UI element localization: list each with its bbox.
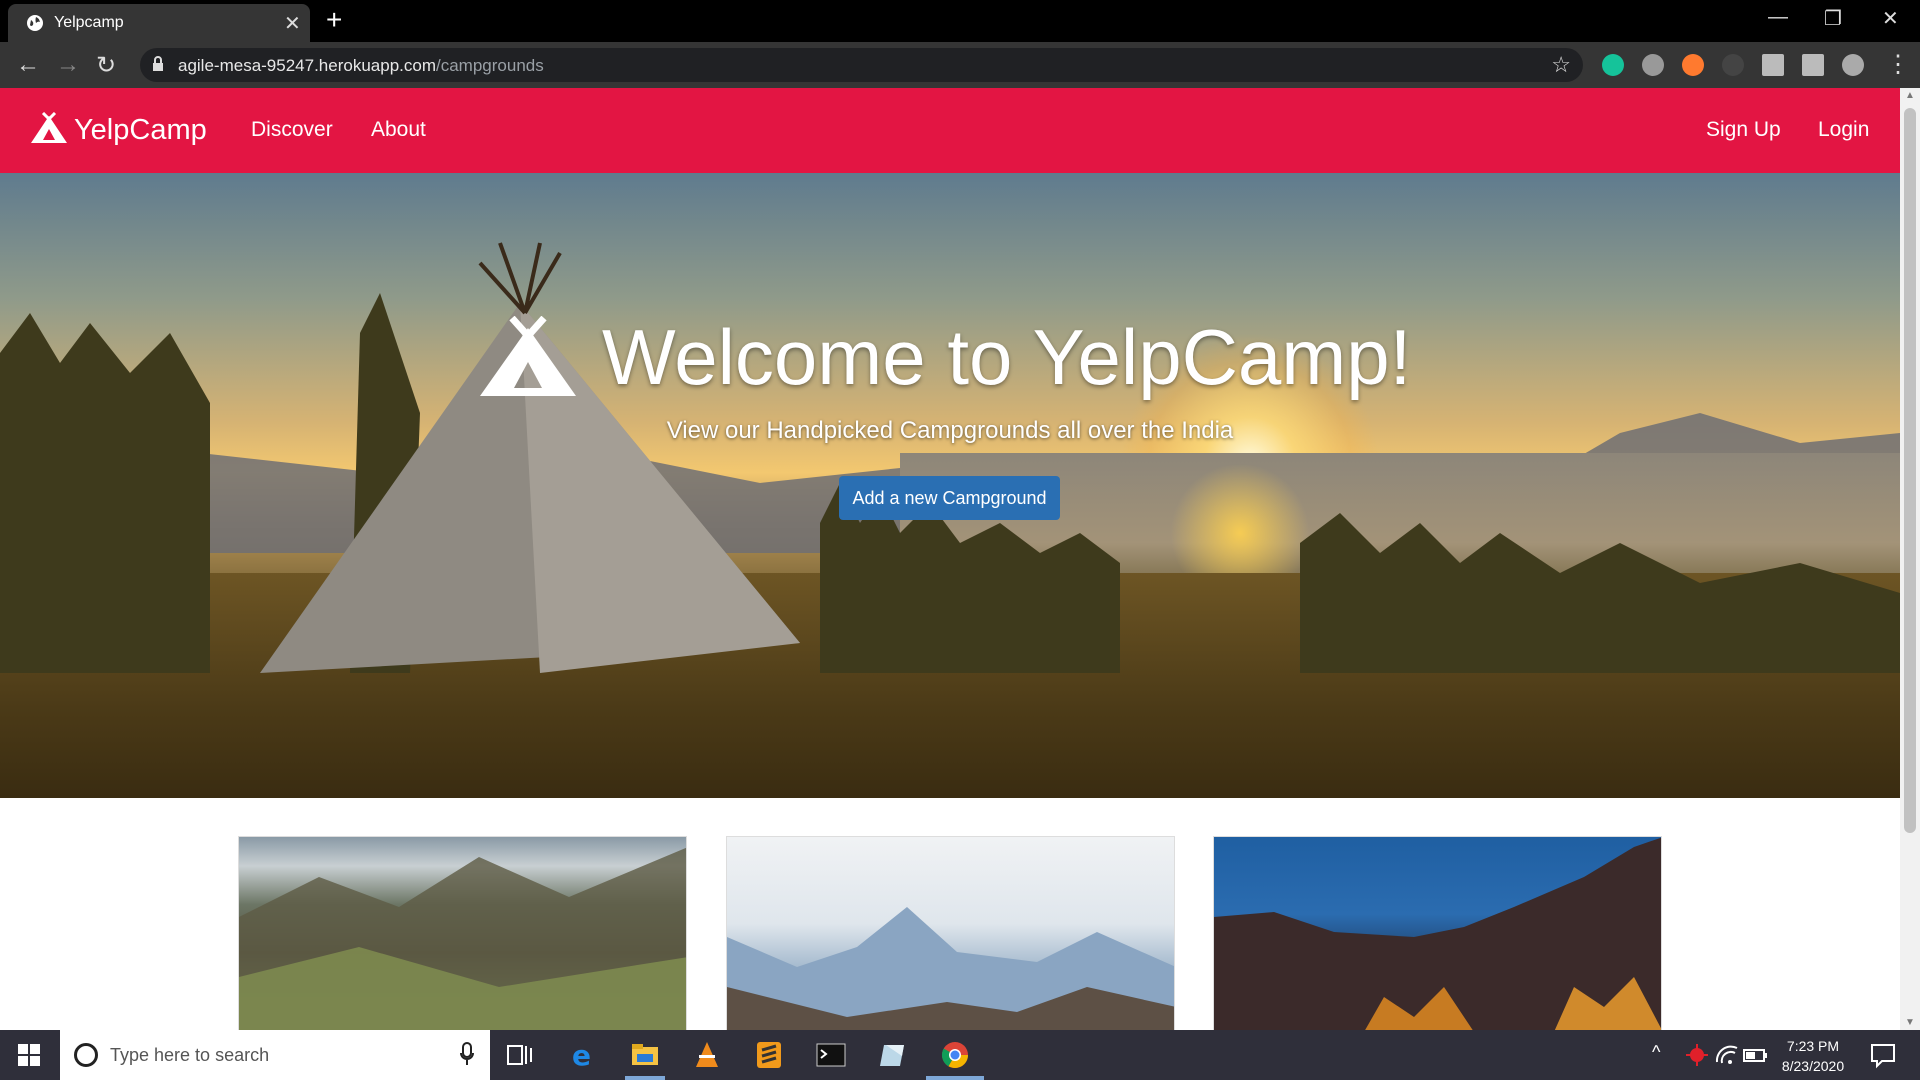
explorer-active-indicator — [625, 1076, 665, 1080]
minimize-button[interactable]: — — [1768, 6, 1788, 29]
new-tab-button[interactable]: + — [326, 4, 342, 36]
show-hidden-icons-chevron-icon[interactable]: ^ — [1652, 1042, 1682, 1072]
microphone-icon[interactable] — [460, 1042, 474, 1066]
window-close-button[interactable]: ✕ — [1882, 6, 1899, 31]
browser-toolbar: ← → ↻ agile-mesa-95247.herokuapp.com/cam… — [0, 42, 1920, 88]
svg-text:e: e — [572, 1040, 591, 1070]
reload-icon[interactable]: ↻ — [96, 51, 116, 80]
extension-icon[interactable] — [1682, 54, 1704, 76]
taskbar-clock[interactable]: 7:23 PM 8/23/2020 — [1768, 1036, 1858, 1076]
tray-app-icon[interactable] — [1682, 1040, 1712, 1070]
tent-logo-icon — [31, 112, 67, 143]
task-view-icon[interactable] — [505, 1040, 535, 1070]
taskbar-search-box[interactable]: Type here to search — [60, 1030, 490, 1080]
terminal-icon[interactable] — [816, 1040, 846, 1070]
url-host: agile-mesa-95247.herokuapp.com — [178, 56, 436, 75]
scrollbar-thumb[interactable] — [1904, 108, 1916, 833]
wifi-icon[interactable] — [1712, 1040, 1742, 1070]
nav-discover[interactable]: Discover — [251, 118, 333, 142]
mountain-image — [239, 847, 686, 1030]
brand-name: YelpCamp — [74, 114, 207, 146]
extension-icon[interactable] — [1722, 54, 1744, 76]
add-campground-button[interactable]: Add a new Campground — [839, 476, 1060, 520]
chrome-active-indicator — [926, 1076, 984, 1080]
lock-icon — [153, 56, 163, 71]
notifications-icon[interactable] — [1868, 1040, 1898, 1070]
tab-close-icon[interactable]: ✕ — [284, 11, 301, 36]
edge-browser-icon[interactable]: e — [568, 1040, 598, 1070]
media-control-icon[interactable] — [1802, 54, 1824, 76]
vlc-icon[interactable] — [692, 1040, 722, 1070]
canyon-image — [1214, 837, 1661, 1030]
browser-tab-bar: Yelpcamp ✕ + — ❐ ✕ — [0, 0, 1920, 42]
campground-card-image[interactable] — [1213, 836, 1662, 1031]
browser-tab[interactable]: Yelpcamp ✕ — [8, 4, 310, 42]
nav-sign-up[interactable]: Sign Up — [1706, 118, 1781, 142]
search-placeholder: Type here to search — [110, 1045, 270, 1065]
extension-icon[interactable] — [1642, 54, 1664, 76]
url-text: agile-mesa-95247.herokuapp.com/campgroun… — [178, 56, 544, 76]
campground-card-image[interactable] — [726, 836, 1175, 1031]
profile-avatar[interactable] — [1842, 54, 1864, 76]
hero-section: Welcome to YelpCamp! View our Handpicked… — [0, 173, 1900, 798]
page-scrollbar[interactable]: ▲ ▼ — [1900, 88, 1920, 1030]
sublime-text-icon[interactable] — [754, 1040, 784, 1070]
url-path: /campgrounds — [436, 56, 544, 75]
cortana-icon — [74, 1043, 98, 1067]
hero-title: Welcome to YelpCamp! — [602, 313, 1412, 401]
grammarly-extension-icon[interactable] — [1602, 54, 1624, 76]
menu-kebab-icon[interactable]: ⋮ — [1886, 50, 1910, 79]
address-bar[interactable]: agile-mesa-95247.herokuapp.com/campgroun… — [140, 48, 1583, 82]
chrome-icon[interactable] — [940, 1040, 970, 1070]
clock-time: 7:23 PM — [1786, 1038, 1840, 1054]
tent-hero-icon — [480, 316, 576, 396]
notes-app-icon[interactable] — [878, 1040, 908, 1070]
nav-login[interactable]: Login — [1818, 118, 1869, 142]
campground-card-image[interactable] — [238, 836, 687, 1031]
back-icon[interactable]: ← — [16, 51, 40, 79]
mountain-image — [727, 907, 1174, 1030]
restore-button[interactable]: ❐ — [1824, 6, 1842, 31]
globe-icon — [27, 15, 43, 31]
scroll-down-arrow-icon[interactable]: ▼ — [1905, 1017, 1915, 1028]
clock-date: 8/23/2020 — [1781, 1058, 1845, 1074]
forward-icon[interactable]: → — [56, 51, 80, 79]
bookmark-star-icon[interactable]: ☆ — [1551, 52, 1571, 78]
scroll-up-arrow-icon[interactable]: ▲ — [1905, 90, 1915, 101]
hero-subtitle: View our Handpicked Campgrounds all over… — [666, 417, 1234, 444]
windows-taskbar: Type here to search e ^ 7:23 PM 8/23/202… — [0, 1030, 1920, 1080]
puzzle-extensions-icon[interactable] — [1762, 54, 1784, 76]
tab-title: Yelpcamp — [54, 14, 124, 31]
windows-start-icon[interactable] — [18, 1044, 40, 1066]
nav-about[interactable]: About — [371, 118, 426, 142]
file-explorer-icon[interactable] — [630, 1040, 660, 1070]
site-navbar: YelpCamp Discover About Sign Up Login — [0, 88, 1900, 173]
battery-icon[interactable] — [1740, 1040, 1770, 1070]
